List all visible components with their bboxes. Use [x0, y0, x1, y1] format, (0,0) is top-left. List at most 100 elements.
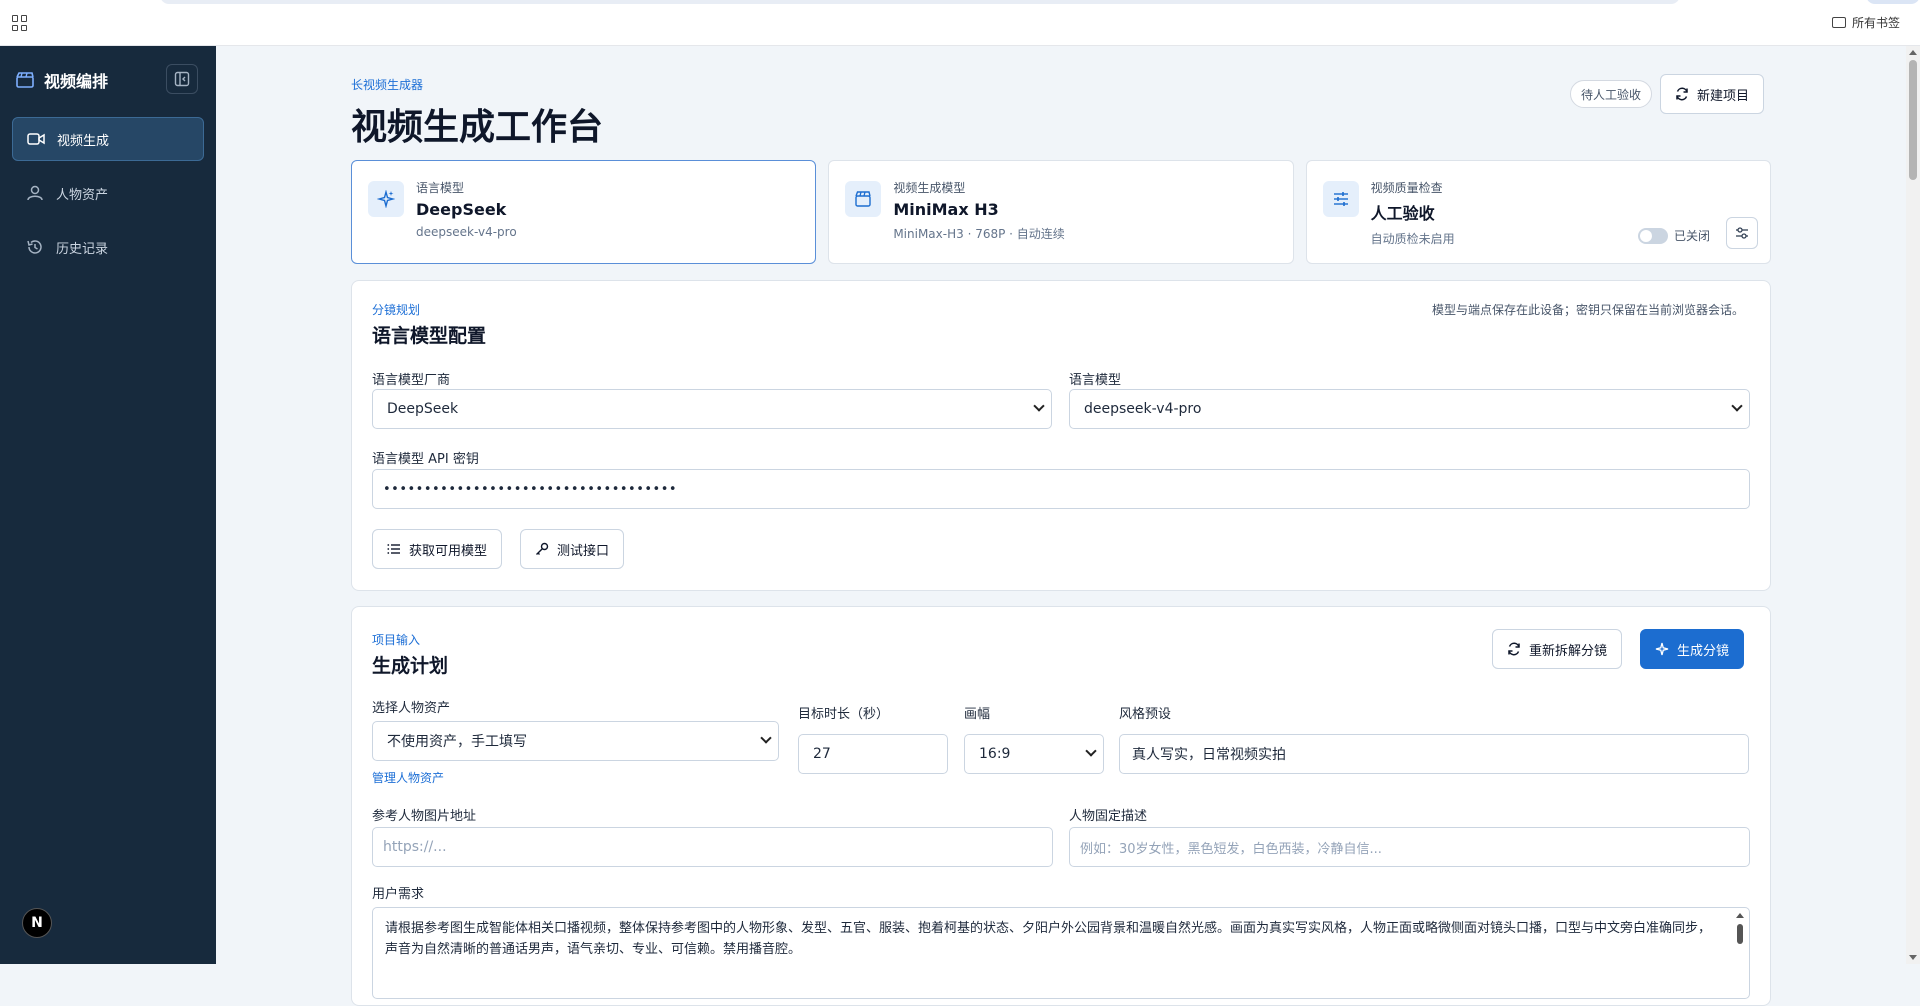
qc-settings-button[interactable]: [1725, 217, 1758, 249]
style-input[interactable]: 真人写实，日常视频实拍: [1119, 734, 1749, 774]
scroll-up-icon[interactable]: [1909, 50, 1917, 55]
collapse-sidebar-button[interactable]: [166, 64, 198, 94]
new-project-label: 新建项目: [1697, 88, 1750, 104]
model-summary-cards: 语言模型 DeepSeek deepseek-v4-pro 视频生成模型 Min…: [351, 160, 1771, 264]
auto-qc-toggle[interactable]: [1637, 227, 1668, 244]
apps-grid-icon[interactable]: [12, 15, 28, 31]
character-asset-label: 选择人物资产: [372, 701, 451, 716]
generate-shots-button[interactable]: 生成分镜: [1640, 629, 1745, 669]
card-title: 人工验收: [1370, 204, 1435, 223]
generate-label: 生成分镜: [1677, 643, 1730, 659]
sidebar-item-video-generation[interactable]: 视频生成: [12, 117, 204, 161]
textarea-scrollbar[interactable]: [1733, 910, 1747, 996]
model-select[interactable]: deepseek-v4-pro: [1069, 389, 1750, 429]
test-api-button[interactable]: 测试接口: [520, 529, 625, 569]
api-key-label: 语言模型 API 密钥: [372, 452, 479, 467]
auto-qc-toggle-group: 已关闭: [1637, 227, 1710, 244]
sparkles-icon: [368, 181, 404, 217]
user-request-text: 请根据参考图生成智能体相关口播视频，整体保持参考图中的人物形象、发型、五官、服装…: [385, 921, 1712, 957]
character-asset-select[interactable]: 不使用资产，手工填写: [372, 721, 779, 761]
settings-sliders-icon: [1735, 227, 1748, 239]
scroll-down-icon[interactable]: [1909, 955, 1917, 960]
character-desc-input[interactable]: 例如：30岁女性，黑色短发，白色西装，冷静自信...: [1069, 827, 1750, 867]
duration-label: 目标时长（秒）: [798, 707, 890, 722]
section-eyebrow: 项目输入: [372, 633, 421, 647]
section-title: 语言模型配置: [372, 325, 487, 347]
api-key-input[interactable]: ••••••••••••••••••••••••••••••••••••: [372, 469, 1750, 509]
sidebar-item-history[interactable]: 历史记录: [12, 225, 204, 269]
user-request-label: 用户需求: [372, 887, 425, 902]
sidebar: 视频编排 视频生成 人物资产 历史记录 N: [0, 46, 216, 964]
llm-config-panel: 分镜规划 语言模型配置 模型与端点保存在此设备；密钥只保留在当前浏览器会话。 语…: [351, 280, 1771, 591]
new-project-button[interactable]: 新建项目: [1660, 74, 1765, 114]
aspect-label: 画幅: [964, 707, 991, 722]
panel-left-icon: [174, 71, 190, 87]
video-camera-icon: [27, 133, 45, 145]
ref-image-input[interactable]: https://...: [372, 827, 1053, 867]
scroll-up-icon: [1736, 913, 1744, 918]
card-label: 语言模型: [416, 181, 465, 195]
sidebar-item-label: 人物资产: [56, 187, 109, 203]
refresh-icon: [1508, 642, 1520, 656]
status-badge: 待人工验收: [1570, 80, 1653, 108]
bookmarks-label: 所有书签: [1852, 16, 1901, 30]
card-subtitle: MiniMax-H3 · 768P · 自动连续: [893, 227, 1065, 241]
page-scrollbar[interactable]: [1906, 46, 1920, 964]
sidebar-item-character-assets[interactable]: 人物资产: [12, 171, 204, 215]
fetch-models-button[interactable]: 获取可用模型: [372, 529, 503, 569]
card-title: DeepSeek: [416, 200, 507, 219]
list-icon: [387, 544, 400, 554]
aspect-select[interactable]: 16:9: [964, 734, 1104, 774]
scroll-thumb[interactable]: [1737, 924, 1743, 944]
all-bookmarks-button[interactable]: 所有书签: [1832, 14, 1900, 31]
folder-icon: [1832, 17, 1846, 28]
chevron-down-icon: [1085, 745, 1097, 757]
sidebar-item-label: 视频生成: [57, 133, 110, 149]
sparkles-icon: [1655, 642, 1669, 656]
character-asset-value: 不使用资产，手工填写: [387, 734, 527, 750]
chevron-down-icon: [760, 732, 772, 744]
clapperboard-icon: [16, 72, 34, 88]
vendor-label: 语言模型厂商: [372, 373, 451, 388]
model-value: deepseek-v4-pro: [1084, 401, 1202, 417]
history-icon: [27, 240, 42, 254]
profile-button[interactable]: [1866, 0, 1920, 4]
style-label: 风格预设: [1119, 707, 1172, 722]
quality-check-card[interactable]: 视频质量检查 人工验收 自动质检未启用 已关闭: [1305, 160, 1771, 264]
manage-assets-link[interactable]: 管理人物资产: [372, 769, 444, 786]
fetch-models-label: 获取可用模型: [409, 543, 488, 559]
brand-name: 视频编排: [44, 72, 109, 91]
user-request-textarea[interactable]: 请根据参考图生成智能体相关口播视频，整体保持参考图中的人物形象、发型、五官、服装…: [372, 907, 1750, 999]
model-label: 语言模型: [1069, 373, 1122, 388]
card-subtitle: deepseek-v4-pro: [416, 225, 517, 239]
refresh-icon: [1676, 87, 1688, 101]
clapperboard-icon: [845, 181, 882, 217]
ref-image-label: 参考人物图片地址: [372, 809, 477, 824]
character-desc-label: 人物固定描述: [1069, 809, 1148, 824]
card-label: 视频质量检查: [1370, 181, 1443, 195]
test-api-label: 测试接口: [557, 543, 610, 559]
page-eyebrow: 长视频生成器: [351, 78, 424, 92]
chevron-down-icon: [1033, 400, 1045, 412]
address-bar[interactable]: [160, 0, 1680, 4]
section-eyebrow: 分镜规划: [372, 303, 421, 317]
chevron-down-icon: [1731, 400, 1743, 412]
resplit-label: 重新拆解分镜: [1529, 643, 1608, 659]
vendor-value: DeepSeek: [387, 401, 459, 417]
video-model-card[interactable]: 视频生成模型 MiniMax H3 MiniMax-H3 · 768P · 自动…: [828, 160, 1294, 264]
duration-input[interactable]: 27: [798, 734, 948, 774]
scroll-thumb[interactable]: [1909, 60, 1917, 180]
main-content: 长视频生成器 视频生成工作台 待人工验收 新建项目 语言模型 DeepSeek …: [216, 46, 1906, 1006]
language-model-card[interactable]: 语言模型 DeepSeek deepseek-v4-pro: [351, 160, 817, 264]
toggle-label: 已关闭: [1673, 229, 1710, 243]
resplit-shots-button[interactable]: 重新拆解分镜: [1492, 629, 1623, 669]
section-title: 生成计划: [372, 655, 449, 677]
brand: 视频编排: [16, 68, 108, 92]
browser-toolbar: 所有书签: [0, 0, 1920, 46]
card-label: 视频生成模型: [893, 181, 966, 195]
storage-note: 模型与端点保存在此设备；密钥只保留在当前浏览器会话。: [1431, 303, 1744, 317]
vendor-select[interactable]: DeepSeek: [372, 389, 1052, 429]
avatar[interactable]: N: [22, 908, 52, 938]
generation-plan-panel: 项目输入 生成计划 重新拆解分镜 生成分镜 选择人物资产 不使用资产，手工填写 …: [351, 606, 1771, 1006]
page-title: 视频生成工作台: [351, 107, 604, 148]
